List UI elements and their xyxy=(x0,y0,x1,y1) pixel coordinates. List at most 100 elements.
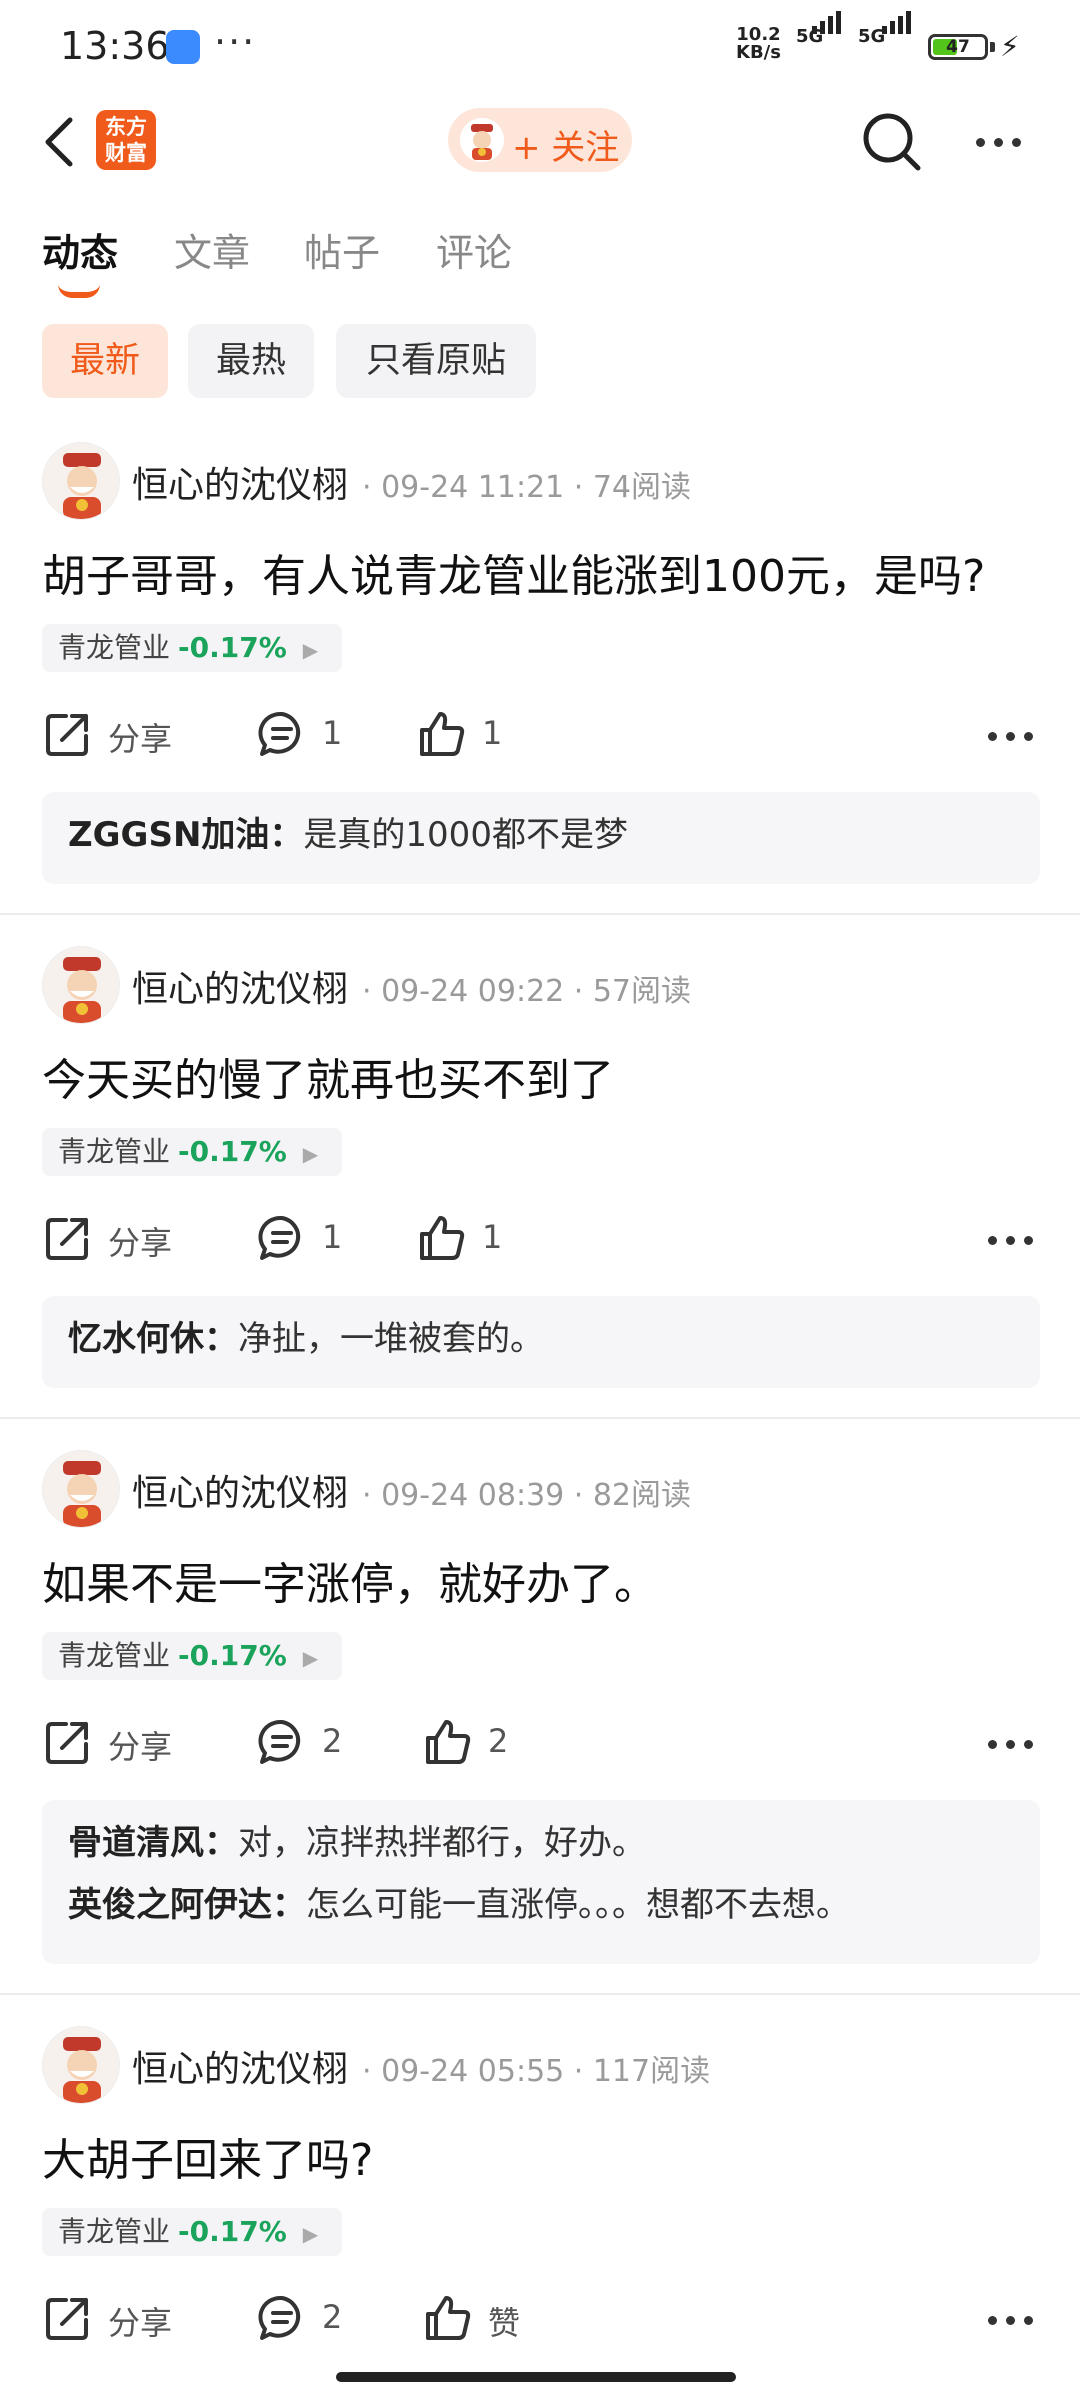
share-icon xyxy=(46,1218,88,1260)
divider xyxy=(0,913,1080,915)
comment-icon xyxy=(258,2295,301,2340)
top-navigation: 东方 财富 + 关注 xyxy=(0,92,1080,192)
comment-icon xyxy=(258,711,301,756)
comment-line: 忆水何休：净扯，一堆被套的。 xyxy=(68,1308,1014,1370)
thumbs-up-icon xyxy=(426,2296,471,2340)
like-count: 1 xyxy=(482,1218,503,1256)
chevron-right-icon: ▶ xyxy=(302,638,319,662)
share-label: 分享 xyxy=(108,1224,173,1262)
comment-text: 是真的1000都不是梦 xyxy=(303,815,628,855)
thumbs-up-icon xyxy=(420,712,465,756)
follow-label: + 关注 xyxy=(512,128,620,168)
more-options-icon[interactable] xyxy=(988,2310,1042,2329)
author-name[interactable]: 恒心的沈仪栩 xyxy=(132,1464,348,1516)
post-card[interactable]: 恒心的沈仪栩 · 09-24 05:55 · 117阅读 大胡子回来了吗? 青龙… xyxy=(0,2026,1080,2376)
post-card[interactable]: 恒心的沈仪栩 · 09-24 11:21 · 74阅读 胡子哥哥，有人说青龙管业… xyxy=(0,442,1080,884)
comment-count: 2 xyxy=(322,1722,343,1760)
author-avatar[interactable] xyxy=(42,2026,120,2104)
commenter-name[interactable]: 骨道清风： xyxy=(68,1823,238,1863)
author-name[interactable]: 恒心的沈仪栩 xyxy=(132,2040,348,2092)
share-icon xyxy=(46,2298,88,2340)
stock-tag[interactable]: 青龙管业 -0.17% ▶ xyxy=(42,1632,343,1680)
comment-text: 净扯，一堆被套的。 xyxy=(238,1319,544,1359)
post-title[interactable]: 今天买的慢了就再也买不到了 xyxy=(42,1044,614,1108)
commenter-name[interactable]: ZGGSN加油： xyxy=(68,815,303,855)
active-tab-indicator xyxy=(58,284,100,298)
share-icon xyxy=(46,1722,88,1764)
stock-tag[interactable]: 青龙管业 -0.17% ▶ xyxy=(42,2208,343,2256)
post-meta: · 09-24 05:55 · 117阅读 xyxy=(362,2054,711,2089)
stock-tag[interactable]: 青龙管业 -0.17% ▶ xyxy=(42,624,343,672)
more-dots-icon[interactable] xyxy=(976,132,1030,151)
comment-line: ZGGSN加油：是真的1000都不是梦 xyxy=(68,804,1014,866)
back-arrow-icon[interactable] xyxy=(38,112,82,172)
tab-articles[interactable]: 文章 xyxy=(174,222,250,277)
battery-icon: 47 xyxy=(928,34,988,60)
status-more-indicator: ··· xyxy=(214,20,257,64)
stock-change: -0.17% xyxy=(178,1639,287,1672)
like-count: 1 xyxy=(482,714,503,752)
more-options-icon[interactable] xyxy=(988,1734,1042,1753)
follow-button[interactable]: + 关注 xyxy=(448,108,632,172)
like-count: 2 xyxy=(488,1722,509,1760)
comment-icon xyxy=(258,1215,301,1260)
divider xyxy=(0,1417,1080,1419)
comment-line: 骨道清风：对，凉拌热拌都行，好办。 xyxy=(68,1812,1014,1874)
author-name[interactable]: 恒心的沈仪栩 xyxy=(132,456,348,508)
logo-text-line1: 东方 xyxy=(105,115,147,139)
thumbs-up-icon xyxy=(426,1720,471,1764)
comment-count: 1 xyxy=(322,1218,343,1256)
more-options-icon[interactable] xyxy=(988,1230,1042,1249)
comment-preview[interactable]: ZGGSN加油：是真的1000都不是梦 xyxy=(42,792,1040,884)
post-meta: · 09-24 11:21 · 74阅读 xyxy=(362,470,692,505)
tab-comments[interactable]: 评论 xyxy=(436,222,512,277)
chevron-right-icon: ▶ xyxy=(302,1142,319,1166)
post-meta: · 09-24 09:22 · 57阅读 xyxy=(362,974,692,1009)
post-title[interactable]: 如果不是一字涨停，就好办了。 xyxy=(42,1548,658,1612)
network-speed: 10.2 KB/s xyxy=(736,26,781,62)
tab-posts[interactable]: 帖子 xyxy=(304,222,380,277)
stock-tag[interactable]: 青龙管业 -0.17% ▶ xyxy=(42,1128,343,1176)
comment-icon xyxy=(258,1719,301,1764)
post-title[interactable]: 大胡子回来了吗? xyxy=(42,2124,373,2188)
tab-dynamics[interactable]: 动态 xyxy=(42,222,118,277)
search-icon[interactable] xyxy=(856,106,928,178)
commenter-name[interactable]: 英俊之阿伊达： xyxy=(68,1885,306,1925)
stock-name: 青龙管业 xyxy=(58,2215,171,2248)
comment-line: 英俊之阿伊达：怎么可能一直涨停。。。想都不去想。 xyxy=(68,1874,1014,1936)
comment-count: 2 xyxy=(322,2298,343,2336)
share-label: 分享 xyxy=(108,720,173,758)
post-actions: 分享 2 赞 xyxy=(42,2286,1042,2350)
tab-bar: 动态 文章 帖子 评论 xyxy=(0,222,1080,302)
author-avatar[interactable] xyxy=(42,442,120,520)
stock-change: -0.17% xyxy=(178,1135,287,1168)
comment-preview[interactable]: 忆水何休：净扯，一堆被套的。 xyxy=(42,1296,1040,1388)
home-indicator[interactable] xyxy=(336,2372,736,2382)
logo-text-line2: 财富 xyxy=(105,141,147,165)
comment-text: 怎么可能一直涨停。。。想都不去想。 xyxy=(306,1885,850,1925)
stock-change: -0.17% xyxy=(178,631,287,664)
share-icon xyxy=(46,714,88,756)
author-name[interactable]: 恒心的沈仪栩 xyxy=(132,960,348,1012)
battery-tip xyxy=(990,42,995,52)
post-card[interactable]: 恒心的沈仪栩 · 09-24 09:22 · 57阅读 今天买的慢了就再也买不到… xyxy=(0,946,1080,1388)
share-label: 分享 xyxy=(108,2304,173,2342)
post-card[interactable]: 恒心的沈仪栩 · 09-24 08:39 · 82阅读 如果不是一字涨停，就好办… xyxy=(0,1450,1080,1970)
stock-name: 青龙管业 xyxy=(58,1639,171,1672)
filter-original-only[interactable]: 只看原贴 xyxy=(336,324,536,398)
author-avatar[interactable] xyxy=(42,946,120,1024)
author-avatar[interactable] xyxy=(42,1450,120,1528)
post-actions: 分享 1 1 xyxy=(42,1206,1042,1270)
post-title[interactable]: 胡子哥哥，有人说青龙管业能涨到100元，是吗? xyxy=(42,540,985,604)
more-options-icon[interactable] xyxy=(988,726,1042,745)
status-time: 13:36 xyxy=(60,24,170,68)
speed-unit: KB/s xyxy=(736,42,781,63)
post-actions: 分享 1 1 xyxy=(42,702,1042,766)
commenter-name[interactable]: 忆水何休： xyxy=(68,1319,238,1359)
comment-preview[interactable]: 骨道清风：对，凉拌热拌都行，好办。 英俊之阿伊达：怎么可能一直涨停。。。想都不去… xyxy=(42,1800,1040,1964)
filter-hottest[interactable]: 最热 xyxy=(188,324,314,398)
comment-count: 1 xyxy=(322,714,343,752)
filter-latest[interactable]: 最新 xyxy=(42,324,168,398)
battery-level: 47 xyxy=(946,37,970,57)
app-logo[interactable]: 东方 财富 xyxy=(96,110,156,170)
